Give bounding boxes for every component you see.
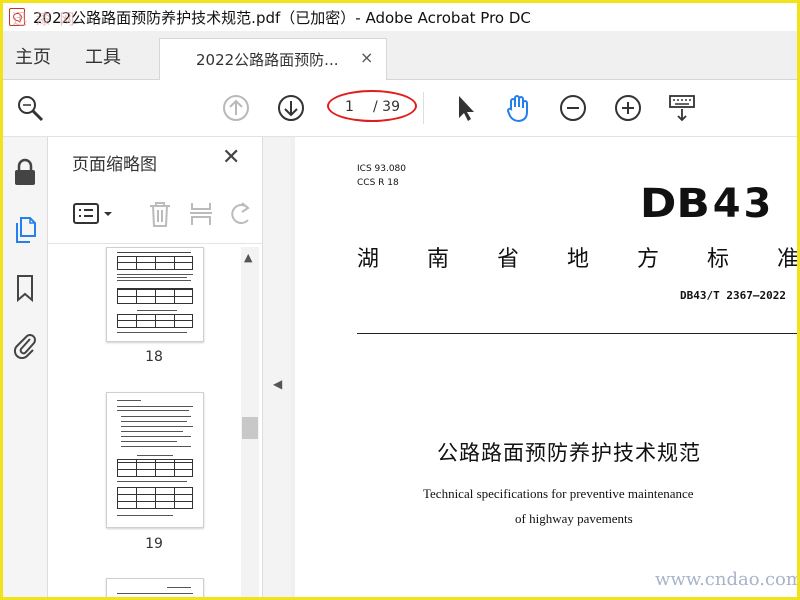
db-logo-number: 43 bbox=[712, 181, 775, 227]
category-char: 标 bbox=[707, 247, 730, 272]
category-char: 省 bbox=[497, 247, 520, 272]
rotate-page-icon[interactable] bbox=[228, 199, 252, 229]
thumbnail-page-number: 19 bbox=[145, 536, 163, 552]
standard-code: DB43/T 2367—2022 bbox=[680, 289, 786, 302]
thumbnail-options-icon[interactable] bbox=[72, 201, 116, 227]
hand-icon[interactable] bbox=[503, 93, 533, 123]
category-char: 南 bbox=[427, 247, 450, 272]
page-down-icon[interactable] bbox=[276, 93, 306, 123]
thumbnail-page-number: 18 bbox=[145, 349, 163, 365]
extract-page-icon[interactable] bbox=[188, 199, 214, 229]
watermark-bottom-right: www.cndao.com bbox=[655, 569, 800, 590]
zoom-out-icon[interactable] bbox=[558, 93, 588, 123]
thumbnail-scrollbar[interactable]: ▲ bbox=[241, 247, 259, 597]
tab-bar: 主页 工具 2022公路路面预防... × bbox=[3, 31, 797, 80]
category-char: 地 bbox=[567, 247, 590, 272]
page-thumbnails-panel: 页面缩略图 ✕ 18 19 ▲ bbox=[48, 137, 263, 597]
ics-line: ICS 93.080 bbox=[357, 164, 407, 174]
document-tab-label: 2022公路路面预防... bbox=[196, 51, 339, 69]
lock-icon[interactable] bbox=[11, 157, 39, 187]
category-char: 湖 bbox=[357, 247, 380, 272]
zoom-search-icon[interactable] bbox=[15, 93, 45, 123]
pdf-page: ICS 93.080 CCS R 18 DB43 湖 南 省 地 方 标 准 D… bbox=[295, 137, 797, 597]
document-tab-close-icon[interactable]: × bbox=[360, 48, 373, 67]
category-char: 准 bbox=[777, 247, 797, 272]
thumbnail-page-19[interactable] bbox=[106, 392, 204, 528]
thumbnail-page-18[interactable] bbox=[106, 247, 204, 342]
collapse-arrow-icon[interactable]: ◀ bbox=[273, 377, 282, 391]
panel-toolbar bbox=[48, 187, 262, 244]
standard-category: 湖 南 省 地 方 标 准 bbox=[357, 241, 797, 272]
document-title-en-line2: of highway pavements bbox=[515, 511, 633, 526]
keyboard-scroll-icon[interactable] bbox=[667, 93, 697, 123]
zoom-in-icon[interactable] bbox=[613, 93, 643, 123]
document-title-en-line1: Technical specifications for preventive … bbox=[423, 486, 694, 501]
page-thumbnails-icon[interactable] bbox=[11, 215, 39, 245]
panel-close-icon[interactable]: ✕ bbox=[222, 145, 240, 170]
left-rail bbox=[3, 137, 48, 597]
annotation-ellipse bbox=[327, 90, 417, 122]
page-number-box[interactable]: 1 / 39 bbox=[327, 90, 417, 122]
panel-collapse-strip[interactable]: ◀ bbox=[263, 137, 291, 597]
db-logo: DB43 bbox=[639, 181, 775, 227]
toolbar-divider bbox=[423, 92, 424, 124]
document-view: ICS 93.080 CCS R 18 DB43 湖 南 省 地 方 标 准 D… bbox=[291, 137, 797, 597]
thumbnail-page-partial[interactable] bbox=[106, 578, 204, 597]
bookmark-icon[interactable] bbox=[11, 273, 39, 303]
toolbar: 1 / 39 bbox=[3, 80, 797, 137]
watermark-top-left: 迅 漆 网 bbox=[12, 10, 77, 28]
panel-title: 页面缩略图 bbox=[72, 155, 157, 175]
page-up-icon[interactable] bbox=[221, 93, 251, 123]
title-bar: 2022公路路面预防养护技术规范.pdf（已加密）- Adobe Acrobat… bbox=[3, 3, 797, 31]
attachment-icon[interactable] bbox=[11, 329, 39, 359]
document-title-cn: 公路路面预防养护技术规范 bbox=[437, 441, 701, 465]
select-cursor-icon[interactable] bbox=[450, 93, 480, 123]
tab-home[interactable]: 主页 bbox=[15, 43, 51, 69]
ics-code: ICS 93.080 CCS R 18 bbox=[357, 162, 406, 190]
document-tab[interactable]: 2022公路路面预防... × bbox=[159, 38, 387, 80]
delete-page-icon[interactable] bbox=[146, 199, 174, 229]
scrollbar-thumb[interactable] bbox=[242, 417, 258, 439]
header-rule bbox=[357, 333, 797, 334]
window-title: 2022公路路面预防养护技术规范.pdf（已加密）- Adobe Acrobat… bbox=[33, 8, 531, 27]
scroll-up-icon[interactable]: ▲ bbox=[244, 251, 252, 264]
db-logo-letters: DB bbox=[639, 181, 710, 227]
tab-tools[interactable]: 工具 bbox=[85, 43, 121, 69]
category-char: 方 bbox=[637, 247, 660, 272]
ccs-line: CCS R 18 bbox=[357, 178, 399, 188]
